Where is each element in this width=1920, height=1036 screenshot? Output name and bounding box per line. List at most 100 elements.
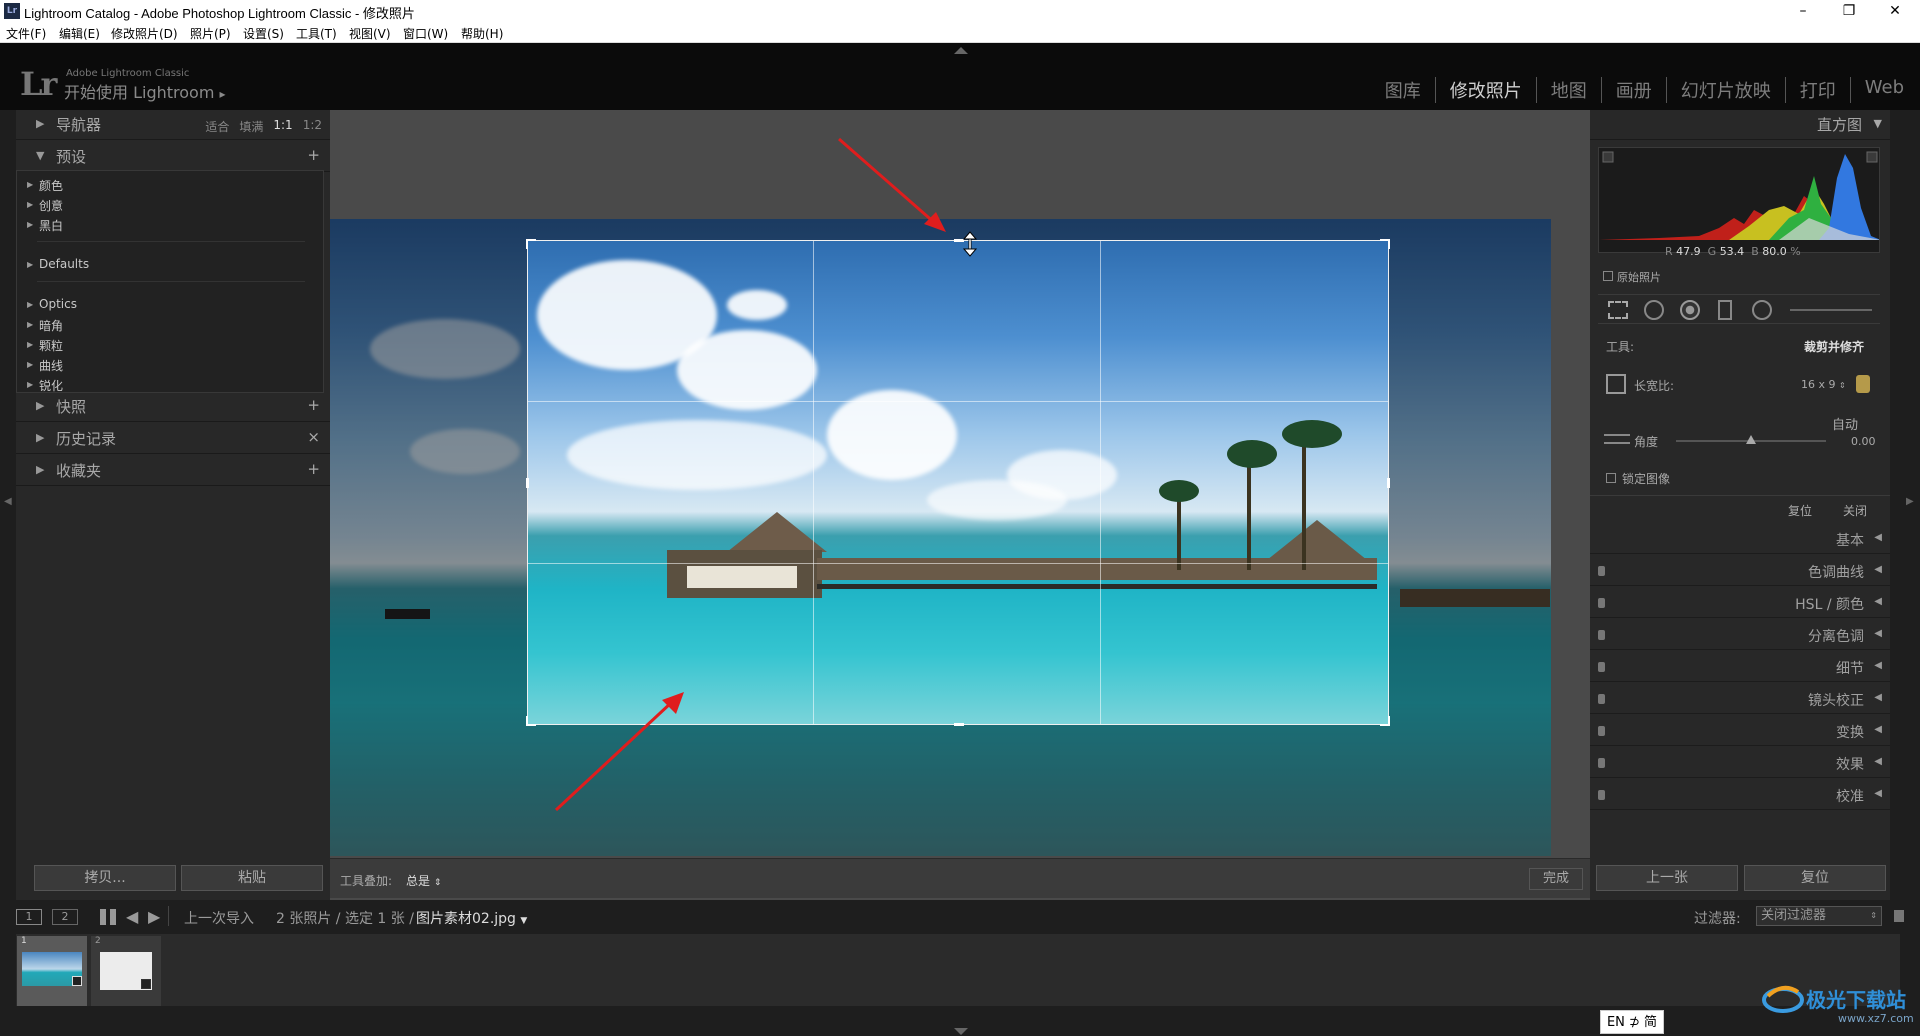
angle-slider[interactable] <box>1676 435 1826 444</box>
view-1-button[interactable]: 1 <box>16 909 42 925</box>
spot-removal-icon[interactable] <box>1644 300 1664 320</box>
panel-toggle-switch[interactable] <box>1598 566 1605 576</box>
tool-overlay-select[interactable]: 总是 ⇕ <box>406 872 441 889</box>
minimize-button[interactable]: – <box>1780 0 1826 22</box>
zoom-fit[interactable]: 适合 <box>205 118 229 135</box>
histogram-header[interactable]: 直方图 ▼ <box>1590 110 1890 140</box>
crop-angle-icon[interactable] <box>1606 374 1626 394</box>
crop-handle-right[interactable] <box>1387 478 1390 488</box>
done-button[interactable]: 完成 <box>1529 868 1583 890</box>
add-snapshot-button[interactable]: + <box>307 396 320 414</box>
lock-icon[interactable] <box>1856 375 1870 393</box>
crop-frame[interactable] <box>526 239 1390 726</box>
panel-calibration[interactable]: 校准 ◀ <box>1590 780 1890 810</box>
navigator-header[interactable]: ▶ 导航器 适合 填满 1:1 1:2 <box>16 110 330 140</box>
view-2-button[interactable]: 2 <box>52 909 78 925</box>
crop-handle-top-left[interactable] <box>526 239 536 249</box>
checkbox[interactable] <box>1603 271 1613 281</box>
brush-icon[interactable] <box>1790 309 1872 311</box>
bottom-panel-toggle-icon[interactable] <box>954 1028 968 1035</box>
crop-close-button[interactable]: 关闭 <box>1843 502 1867 519</box>
forward-arrow-icon[interactable]: ▶ <box>148 907 160 926</box>
preset-group[interactable]: ▶ 黑白 <box>27 217 63 234</box>
preset-group[interactable]: ▶ Optics <box>27 297 77 311</box>
red-eye-icon[interactable] <box>1680 300 1700 320</box>
menu-help[interactable]: 帮助(H) <box>461 25 503 42</box>
angle-value[interactable]: 0.00 <box>1851 435 1876 448</box>
panel-effects[interactable]: 效果 ◀ <box>1590 748 1890 778</box>
ime-indicator[interactable]: EN ⊅ 简 <box>1600 1010 1664 1034</box>
constrain-to-image[interactable]: 锁定图像 <box>1606 470 1670 487</box>
crop-handle-top[interactable] <box>954 239 964 242</box>
panel-toggle-switch[interactable] <box>1598 598 1605 608</box>
graduated-filter-icon[interactable] <box>1718 300 1732 320</box>
crop-tool-icon[interactable] <box>1608 301 1628 319</box>
panel-hsl[interactable]: HSL / 颜色 ◀ <box>1590 588 1890 618</box>
panel-toggle-switch[interactable] <box>1598 662 1605 672</box>
panel-toggle-switch[interactable] <box>1598 726 1605 736</box>
panel-split-toning[interactable]: 分离色调 ◀ <box>1590 620 1890 650</box>
right-panel-toggle-icon[interactable]: ▶ <box>1906 496 1914 507</box>
history-header[interactable]: ▶ 历史记录 × <box>16 424 330 454</box>
menu-file[interactable]: 文件(F) <box>6 25 46 42</box>
menu-tools[interactable]: 工具(T) <box>296 25 337 42</box>
radial-filter-icon[interactable] <box>1752 300 1772 320</box>
crop-handle-left[interactable] <box>526 478 529 488</box>
auto-straighten-button[interactable]: 自动 <box>1832 414 1858 433</box>
reset-button[interactable]: 复位 <box>1744 865 1886 891</box>
maximize-button[interactable]: ❐ <box>1826 0 1872 22</box>
menu-develop[interactable]: 修改照片(D) <box>111 25 178 42</box>
add-preset-button[interactable]: + <box>307 146 320 164</box>
crop-handle-bottom-left[interactable] <box>526 716 536 726</box>
preset-group[interactable]: ▶ 曲线 <box>27 357 63 374</box>
crop-handle-bottom[interactable] <box>954 723 964 726</box>
filter-lock-icon[interactable] <box>1894 910 1904 922</box>
preset-group[interactable]: ▶ 创意 <box>27 197 63 214</box>
module-print[interactable]: 打印 <box>1786 77 1851 103</box>
preset-group[interactable]: ▶ Defaults <box>27 257 89 271</box>
panel-toggle-switch[interactable] <box>1598 758 1605 768</box>
menu-edit[interactable]: 编辑(E) <box>59 25 100 42</box>
filter-select[interactable]: 关闭过滤器 ⇕ <box>1756 906 1882 926</box>
module-slideshow[interactable]: 幻灯片放映 <box>1667 77 1786 103</box>
straighten-tool-icon[interactable] <box>1604 434 1630 444</box>
highlight-clip-button[interactable] <box>1866 151 1878 163</box>
panel-toggle-switch[interactable] <box>1598 790 1605 800</box>
module-web[interactable]: Web <box>1851 77 1904 103</box>
filmstrip-thumb[interactable]: 2 <box>91 936 161 1006</box>
close-button[interactable]: ✕ <box>1872 0 1918 22</box>
crop-reset-button[interactable]: 复位 <box>1788 502 1812 519</box>
paste-button[interactable]: 粘贴 <box>181 865 323 891</box>
presets-header[interactable]: ▼ 预设 + <box>16 142 330 172</box>
clear-history-button[interactable]: × <box>307 428 320 446</box>
menu-window[interactable]: 窗口(W) <box>403 25 448 42</box>
preset-group[interactable]: ▶ 颗粒 <box>27 337 63 354</box>
original-photo-toggle[interactable]: 原始照片 <box>1603 269 1661 285</box>
grid-view-icon[interactable] <box>100 909 116 925</box>
aspect-select[interactable]: 16 x 9 ⇕ <box>1801 378 1846 391</box>
copy-button[interactable]: 拷贝... <box>34 865 176 891</box>
preset-group[interactable]: ▶ 暗角 <box>27 317 63 334</box>
menu-settings[interactable]: 设置(S) <box>243 25 284 42</box>
panel-toggle-switch[interactable] <box>1598 630 1605 640</box>
preset-group[interactable]: ▶ 颜色 <box>27 177 63 194</box>
back-arrow-icon[interactable]: ◀ <box>126 907 138 926</box>
collections-header[interactable]: ▶ 收藏夹 + <box>16 456 330 486</box>
snapshots-header[interactable]: ▶ 快照 + <box>16 392 330 422</box>
previous-button[interactable]: 上一张 <box>1596 865 1738 891</box>
module-map[interactable]: 地图 <box>1537 77 1602 103</box>
zoom-1-1[interactable]: 1:1 <box>273 118 292 135</box>
filmstrip-thumb-selected[interactable]: 1 <box>17 936 87 1006</box>
module-book[interactable]: 画册 <box>1602 77 1667 103</box>
identity-tagline[interactable]: 开始使用 Lightroom ▸ <box>64 79 226 103</box>
angle-slider-thumb[interactable] <box>1746 435 1756 444</box>
shadow-clip-button[interactable] <box>1602 151 1614 163</box>
zoom-1-2[interactable]: 1:2 <box>303 118 322 135</box>
crop-handle-bottom-right[interactable] <box>1380 716 1390 726</box>
menu-photo[interactable]: 照片(P) <box>190 25 231 42</box>
panel-detail[interactable]: 细节 ◀ <box>1590 652 1890 682</box>
filename-dropdown[interactable]: 图片素材02.jpg ▼ <box>416 908 527 928</box>
left-panel-toggle-icon[interactable]: ◀ <box>4 496 12 507</box>
panel-toggle-switch[interactable] <box>1598 694 1605 704</box>
zoom-fill[interactable]: 填满 <box>239 118 263 135</box>
